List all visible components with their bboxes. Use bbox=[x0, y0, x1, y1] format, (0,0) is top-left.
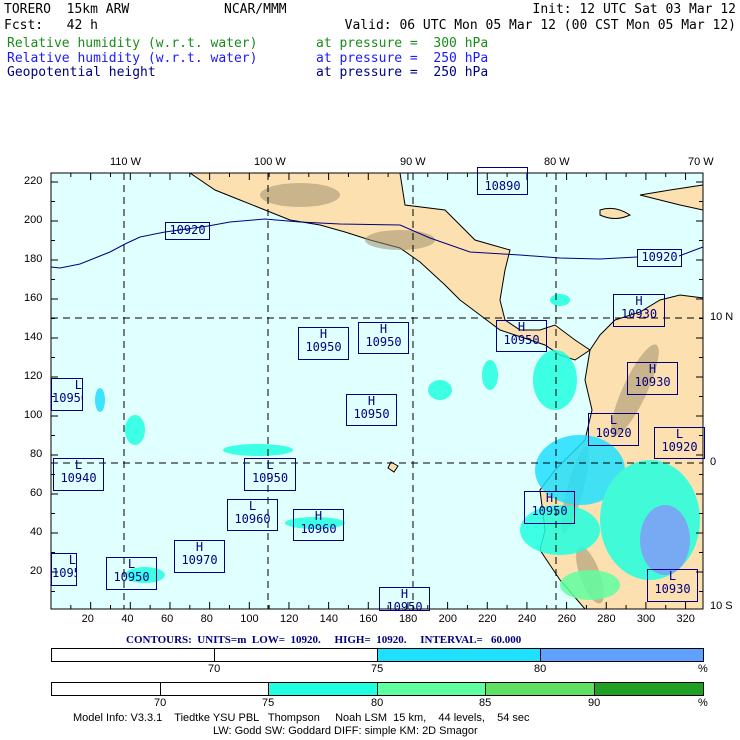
colorbar-segment bbox=[378, 683, 486, 695]
y-tick-label: 40 bbox=[30, 526, 43, 538]
contour-value: 10920 bbox=[661, 440, 698, 454]
contour-value: 10950 bbox=[305, 340, 342, 354]
colorbar-300hpa bbox=[51, 682, 704, 696]
contour-label-box: L 10920 bbox=[654, 427, 705, 459]
x-tick-label: 260 bbox=[557, 613, 576, 625]
y-tick-label: 60 bbox=[30, 487, 43, 499]
contour-label-box: L10950 bbox=[51, 553, 77, 586]
x-tick-label: 160 bbox=[359, 613, 378, 625]
contour-value: 10950 bbox=[386, 600, 423, 611]
contour-label-box: L 10930 bbox=[647, 569, 698, 602]
contour-value: 10890 bbox=[484, 179, 521, 193]
contour-label-box: 10920 bbox=[637, 249, 682, 267]
colorbar-label: 75 bbox=[371, 663, 384, 675]
colorbar-segment bbox=[161, 683, 269, 695]
contour-label-box: L 10960 bbox=[227, 499, 278, 531]
y-tick-label: 100 bbox=[24, 409, 43, 421]
y-tick-label: 220 bbox=[24, 175, 43, 187]
contour-value: 10950 bbox=[353, 407, 390, 421]
contour-label-box: 10920 bbox=[165, 222, 210, 240]
y-tick-label: 80 bbox=[30, 448, 43, 460]
x-tick-label: 240 bbox=[517, 613, 537, 625]
colorbar-segment bbox=[52, 649, 215, 661]
contour-value: 10950 bbox=[503, 333, 540, 347]
x-tick-label: 140 bbox=[319, 613, 338, 625]
contour-label-box: H 10950 bbox=[358, 322, 409, 354]
contour-value: 10950 bbox=[52, 566, 76, 580]
contour-label-box: L 10940 bbox=[53, 458, 104, 491]
x-tick-label: 100 bbox=[240, 613, 259, 625]
colorbar-label: 70 bbox=[208, 663, 221, 675]
contour-label-box: H 10950 bbox=[524, 491, 575, 524]
x-tick-label: 280 bbox=[597, 613, 616, 625]
model-physics: LW: Godd SW: Goddard DIFF: simple KM: 2D… bbox=[213, 725, 478, 737]
contour-info: CONTOURS: UNITS=m LOW= 10920. HIGH= 1092… bbox=[126, 634, 522, 646]
contour-value: 10930 bbox=[620, 307, 658, 321]
contour-value: 10950 bbox=[113, 570, 150, 584]
x-tick-label: 120 bbox=[279, 613, 299, 625]
contour-label-box: H 10950 bbox=[298, 327, 349, 360]
x-tick-label: 180 bbox=[398, 613, 418, 625]
colorbar-segment bbox=[215, 649, 378, 661]
contour-label-box: H 10930 bbox=[627, 362, 678, 395]
contour-value: 10950 bbox=[531, 504, 568, 518]
contour-value: 10950 bbox=[52, 391, 82, 405]
contour-label-box: H 10970 bbox=[174, 540, 225, 573]
x-tick-label: 300 bbox=[636, 613, 656, 625]
contour-label-box: H 10930 bbox=[613, 294, 665, 327]
contour-value: 10960 bbox=[234, 512, 271, 526]
y-tick-label: 140 bbox=[24, 331, 43, 343]
colorbar-segment bbox=[269, 683, 378, 695]
x-tick-label: 20 bbox=[81, 613, 94, 625]
colorbar-segment bbox=[52, 683, 161, 695]
contour-value: 10920 bbox=[169, 223, 206, 237]
x-tick-label: 220 bbox=[478, 613, 497, 625]
contour-value: 10920 bbox=[641, 250, 678, 264]
colorbar-segment bbox=[541, 649, 703, 661]
colorbar-label: 90 bbox=[588, 697, 601, 709]
contour-label-box: 10890 bbox=[477, 167, 528, 195]
contour-value: 10950 bbox=[251, 471, 289, 485]
x-tick-label: 60 bbox=[160, 613, 174, 625]
colorbar-label: 80 bbox=[534, 663, 547, 675]
colorbar-segment bbox=[378, 649, 541, 661]
contour-label-box: L10950 bbox=[106, 557, 157, 590]
contour-label-box: L10950 bbox=[244, 458, 296, 491]
contour-value: 10960 bbox=[300, 522, 337, 536]
contour-value: 10940 bbox=[60, 471, 97, 485]
x-tick-label: 320 bbox=[676, 613, 695, 625]
colorbar-label: 70 bbox=[154, 697, 167, 709]
x-tick-label: 40 bbox=[121, 613, 134, 625]
colorbar-segment bbox=[486, 683, 595, 695]
contour-value: 10930 bbox=[634, 375, 671, 389]
colorbar-label: 80 bbox=[371, 697, 384, 709]
y-tick-label: 120 bbox=[24, 370, 43, 382]
contour-label-box: L10950 bbox=[51, 378, 83, 411]
contour-label-box: L 10920 bbox=[588, 413, 639, 446]
colorbar-label: % bbox=[698, 697, 708, 709]
x-tick-label: 200 bbox=[438, 613, 457, 625]
y-tick-label: 20 bbox=[30, 565, 43, 577]
contour-value: 10950 bbox=[365, 335, 402, 349]
model-info: Model Info: V3.3.1 Tiedtke YSU PBL Thomp… bbox=[73, 712, 530, 724]
colorbar-segment bbox=[595, 683, 703, 695]
contour-value: 10920 bbox=[595, 426, 632, 440]
contour-label-box: H 10960 bbox=[293, 509, 344, 541]
colorbar-label: 75 bbox=[262, 697, 275, 709]
contour-label-box: H 10950 bbox=[379, 587, 430, 611]
weather-map-figure: TORERO 15km ARW NCAR/MMM Init: 12 UTC Sa… bbox=[0, 0, 740, 740]
y-tick-label: 200 bbox=[24, 214, 43, 226]
contour-label-box: H 10950 bbox=[346, 394, 397, 426]
colorbar-250hpa bbox=[51, 648, 704, 662]
colorbar-label: % bbox=[698, 663, 708, 675]
x-tick-label: 80 bbox=[200, 613, 213, 625]
colorbar-label: 85 bbox=[479, 697, 492, 709]
y-tick-label: 180 bbox=[24, 253, 43, 265]
contour-label-box: H 10950 bbox=[496, 320, 547, 352]
contour-value: 10930 bbox=[654, 582, 691, 596]
contour-value: 10970 bbox=[181, 553, 218, 567]
y-tick-label: 160 bbox=[24, 292, 43, 304]
